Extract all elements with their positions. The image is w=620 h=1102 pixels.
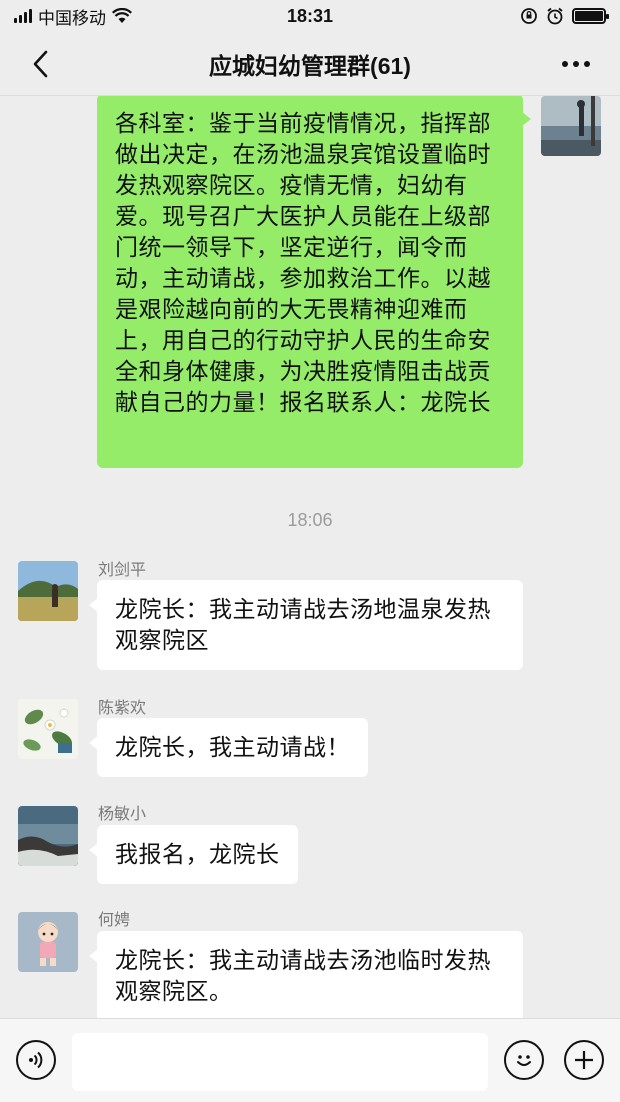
message-bubble-other[interactable]: 龙院长，我主动请战！ [89, 718, 368, 777]
emoji-button[interactable] [504, 1040, 544, 1080]
message-text: 龙院长：我主动请战去汤地温泉发热观察院区 [115, 596, 491, 653]
avatar-chen[interactable] [18, 699, 78, 759]
message-bubble-self[interactable]: 各科室：鉴于当前疫情情况，指挥部做出决定，在汤池温泉宾馆设置临时发热观察院区。疫… [97, 96, 531, 468]
message-text: 我报名，龙院长 [115, 841, 280, 867]
plus-button[interactable] [564, 1040, 604, 1080]
timestamp: 18:06 [287, 510, 333, 530]
battery-icon [572, 8, 609, 24]
voice-button[interactable] [16, 1040, 56, 1080]
input-bar [0, 1018, 620, 1102]
plus-icon [575, 1051, 593, 1069]
carrier-label: 中国移动 [38, 8, 106, 28]
back-icon [33, 50, 48, 78]
chat-title: 应城妇幼管理群(61) [209, 52, 411, 79]
lock-rotation-icon [521, 8, 537, 24]
wifi-icon [112, 8, 132, 23]
voice-icon [29, 1051, 43, 1069]
alarm-icon [547, 7, 563, 25]
avatar-self[interactable] [541, 96, 601, 156]
sender-name: 陈紫欢 [98, 700, 147, 717]
message-bubble-other[interactable]: 龙院长：我主动请战去汤池临时发热观察院区。 [89, 931, 523, 1018]
more-button[interactable] [556, 50, 596, 78]
chat-area[interactable]: 各科室：鉴于当前疫情情况，指挥部做出决定，在汤池温泉宾馆设置临时发热观察院区。疫… [0, 96, 620, 1018]
sender-name: 刘剑平 [98, 562, 147, 579]
emoji-icon [517, 1055, 531, 1066]
message-bubble-other[interactable]: 我报名，龙院长 [89, 825, 298, 884]
message-input[interactable] [72, 1033, 488, 1091]
nav-bar: 应城妇幼管理群(61) [0, 32, 620, 96]
avatar-yang[interactable] [18, 806, 78, 866]
avatar-he[interactable] [18, 912, 78, 972]
message-text: 龙院长，我主动请战！ [115, 734, 350, 760]
status-bar: 中国移动 18:31 [0, 0, 620, 32]
more-icon [562, 61, 568, 67]
back-button[interactable] [22, 46, 58, 82]
sender-name: 何娉 [98, 912, 131, 929]
signal-icon [14, 9, 32, 23]
sender-name: 杨敏小 [98, 806, 147, 823]
avatar-liu[interactable] [18, 561, 78, 621]
message-text: 各科室：鉴于当前疫情情况，指挥部做出决定，在汤池温泉宾馆设置临时发热观察院区。疫… [115, 110, 491, 415]
message-bubble-other[interactable]: 龙院长：我主动请战去汤地温泉发热观察院区 [89, 580, 523, 670]
message-text: 龙院长：我主动请战去汤池临时发热观察院区。 [115, 947, 491, 1004]
